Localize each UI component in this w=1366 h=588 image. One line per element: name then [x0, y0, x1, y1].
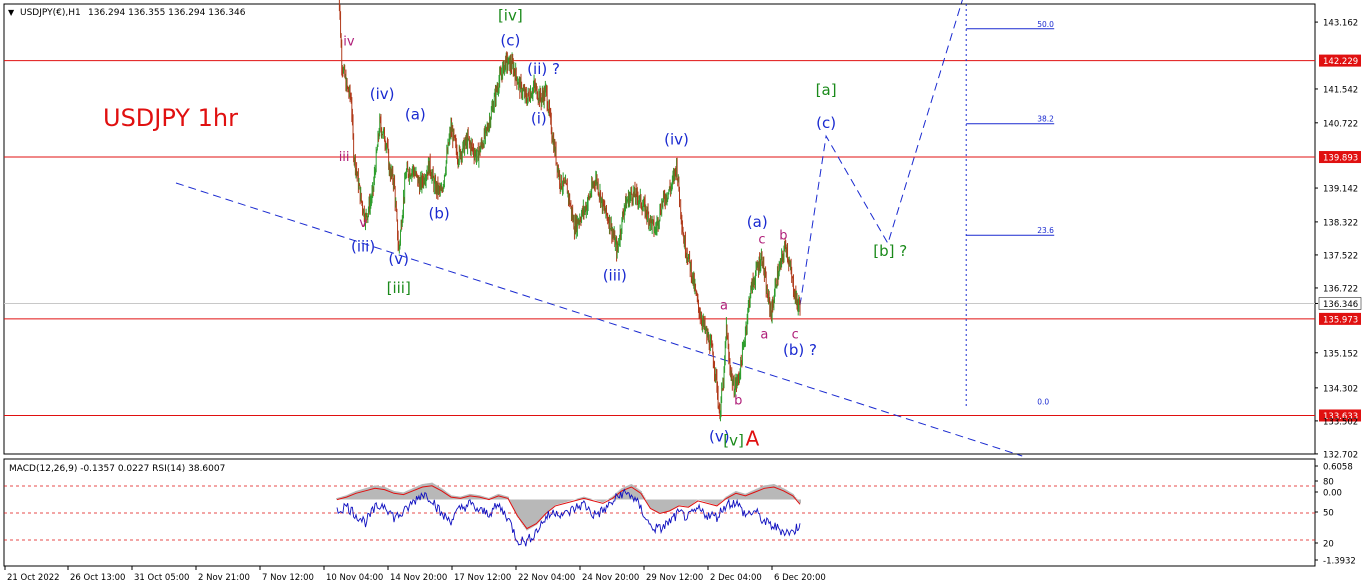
y-tick-label-0: 143.162 — [1323, 19, 1358, 29]
sub-y-tick-label-4: 20 — [1323, 540, 1334, 550]
wave-label-23: a — [760, 327, 768, 342]
symbol-dropdown-icon[interactable]: ▼ — [8, 8, 15, 17]
y-tick-label-9: 136.346 — [1323, 300, 1358, 310]
hline-tag-label-1: 139.893 — [1323, 154, 1358, 164]
x-tick-label-4: 7 Nov 12:00 — [262, 573, 314, 583]
y-tick-label-3: 140.722 — [1323, 119, 1358, 129]
sub-y-tick-label-1: 80 — [1323, 478, 1334, 488]
x-tick-label-3: 2 Nov 21:00 — [198, 573, 250, 583]
wave-label-1: iii — [339, 150, 350, 165]
indicator-header: MACD(12,26,9) -0.1357 0.0227 RSI(14) 38.… — [9, 464, 225, 474]
sub-y-tick-label-2: 0.00 — [1323, 489, 1342, 499]
wave-label-13: (iv) — [664, 130, 689, 148]
x-tick-label-0: 21 Oct 2022 — [7, 573, 60, 583]
wave-label-15: a — [720, 299, 728, 314]
ohlc-header: 136.294 136.355 136.294 136.346 — [88, 8, 246, 18]
y-tick-label-2: 141.542 — [1323, 85, 1358, 95]
wave-label-20: (a) — [747, 213, 768, 231]
wave-label-14: (iii) — [603, 267, 627, 285]
wave-label-5: (v) — [388, 250, 409, 268]
wave-label-0: iv — [343, 34, 355, 49]
chart-canvas: 142.229139.893135.973133.633 50.038.223.… — [3, 0, 1362, 583]
sub-y-tick-label-0: 0.6058 — [1323, 463, 1353, 473]
y-tick-label-7: 137.522 — [1323, 251, 1358, 261]
wave-label-22: b — [779, 228, 787, 243]
hline-tag-label-0: 142.229 — [1323, 57, 1358, 67]
x-tick-label-9: 24 Nov 20:00 — [582, 573, 639, 583]
x-tick-label-2: 31 Oct 05:00 — [134, 573, 189, 583]
y-tick-label-5: 139.142 — [1323, 185, 1358, 195]
fib-label-1: 38.2 — [1037, 115, 1054, 124]
y-tick-label-14: 133.502 — [1323, 417, 1358, 427]
wave-label-25: (b) ? — [783, 341, 817, 359]
x-tick-label-10: 29 Nov 12:00 — [646, 573, 703, 583]
symbol-header: USDJPY(€),H1 — [20, 8, 81, 18]
x-tick-label-7: 17 Nov 12:00 — [454, 573, 511, 583]
wave-label-3: (iii) — [351, 238, 375, 256]
chart-title: USDJPY 1hr — [103, 104, 238, 132]
fib-label-0: 50.0 — [1037, 20, 1054, 29]
fib-label-3: 0.0 — [1037, 398, 1049, 407]
wave-label-26: [a] — [816, 81, 837, 99]
y-tick-label-11: 135.152 — [1323, 349, 1358, 359]
time-axis: 21 Oct 2022 26 Oct 13:00 31 Oct 05:00 2 Nov… — [4, 566, 826, 583]
wave-label-6: [iii] — [387, 279, 411, 297]
y-tick-label-8: 136.722 — [1323, 284, 1358, 294]
sub-y-tick-label-5: -1.3932 — [1323, 557, 1356, 567]
wave-label-19: A — [746, 427, 760, 451]
wave-label-21: c — [758, 232, 765, 247]
x-tick-label-1: 26 Oct 13:00 — [70, 573, 125, 583]
wave-label-18: [v] — [723, 432, 744, 450]
y-tick-label-15: 132.702 — [1323, 450, 1358, 460]
y-tick-label-6: 138.322 — [1323, 218, 1358, 228]
wave-label-16: b — [734, 393, 742, 408]
wave-label-27: (c) — [816, 114, 836, 132]
price-axis: 143.162 141.542 140.722 139.142 138.322 137.5… — [1315, 19, 1362, 460]
x-tick-label-11: 2 Dec 04:00 — [710, 573, 762, 583]
x-tick-label-12: 6 Dec 20:00 — [774, 573, 826, 583]
x-tick-label-5: 10 Nov 04:00 — [326, 573, 383, 583]
sub-y-tick-label-3: 50 — [1323, 509, 1334, 519]
wave-label-11: (ii) ? — [527, 60, 560, 78]
wave-label-8: (b) — [428, 205, 449, 223]
wave-label-9: [iv] — [498, 7, 523, 25]
wave-label-12: (i) — [531, 110, 547, 128]
wave-label-7: (a) — [405, 106, 426, 124]
x-tick-label-6: 14 Nov 20:00 — [390, 573, 447, 583]
hline-tag-label-2: 135.973 — [1323, 315, 1358, 325]
wave-label-10: (c) — [500, 31, 520, 49]
x-tick-label-8: 22 Nov 04:00 — [518, 573, 575, 583]
fib-label-2: 23.6 — [1037, 226, 1054, 235]
wave-label-28: [b] ? — [873, 242, 907, 260]
y-tick-label-12: 134.302 — [1323, 384, 1358, 394]
wave-label-4: (iv) — [370, 85, 395, 103]
wave-label-2: v — [359, 216, 367, 231]
